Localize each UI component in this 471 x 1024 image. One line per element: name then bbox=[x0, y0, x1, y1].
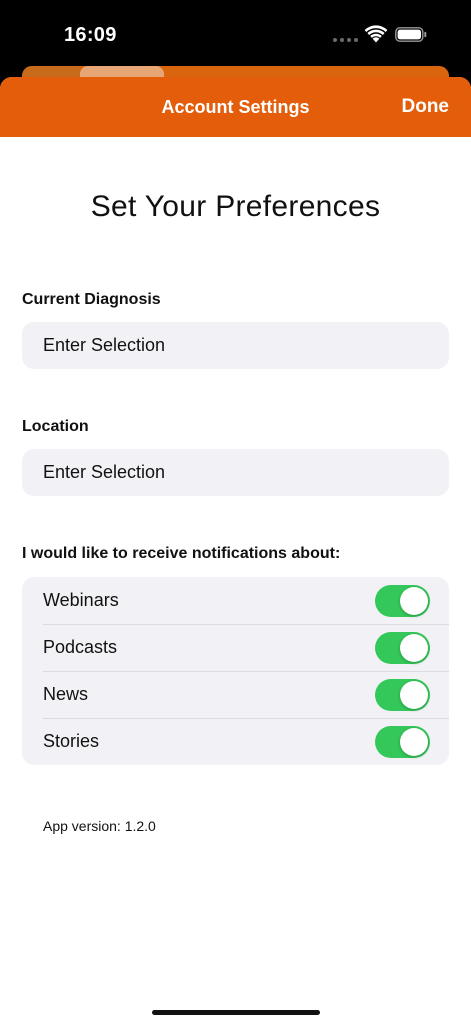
toggle-label: Webinars bbox=[43, 590, 119, 610]
status-time: 16:09 bbox=[64, 24, 117, 46]
toggle-row-webinars: Webinars bbox=[22, 577, 449, 624]
toggle-label: News bbox=[43, 684, 89, 704]
battery-icon bbox=[395, 27, 427, 42]
location-label: Location bbox=[22, 418, 89, 435]
nav-title: Account Settings bbox=[161, 97, 310, 117]
diagnosis-select[interactable]: Enter Selection bbox=[22, 322, 449, 369]
status-bar: 16:09 bbox=[0, 0, 471, 70]
home-indicator[interactable] bbox=[152, 1010, 320, 1015]
podcasts-toggle[interactable] bbox=[375, 632, 430, 664]
settings-sheet: Account Settings Done Set Your Preferenc… bbox=[0, 77, 471, 1024]
cellular-signal-icon bbox=[333, 38, 358, 42]
notifications-list: Webinars Podcasts News Stories bbox=[22, 577, 449, 765]
notifications-label: I would like to receive notifications ab… bbox=[22, 545, 341, 562]
diagnosis-select-value: Enter Selection bbox=[43, 335, 166, 355]
toggle-row-stories: Stories bbox=[22, 718, 449, 765]
location-select[interactable]: Enter Selection bbox=[22, 449, 449, 496]
diagnosis-label: Current Diagnosis bbox=[22, 291, 161, 308]
toggle-label: Podcasts bbox=[43, 637, 118, 657]
location-select-value: Enter Selection bbox=[43, 462, 166, 482]
app-version: App version: 1.2.0 bbox=[43, 818, 156, 834]
page-title: Set Your Preferences bbox=[90, 190, 381, 223]
toggle-row-news: News bbox=[22, 671, 449, 718]
toggle-label: Stories bbox=[43, 731, 100, 751]
navigation-bar: Account Settings Done bbox=[0, 77, 471, 137]
screen: 16:09 Account Settings Done Set Your Pre… bbox=[0, 0, 471, 1024]
done-button[interactable]: Done bbox=[402, 96, 450, 118]
stories-toggle[interactable] bbox=[375, 726, 430, 758]
wifi-icon bbox=[364, 25, 388, 43]
webinars-toggle[interactable] bbox=[375, 585, 430, 617]
news-toggle[interactable] bbox=[375, 679, 430, 711]
toggle-row-podcasts: Podcasts bbox=[22, 624, 449, 671]
